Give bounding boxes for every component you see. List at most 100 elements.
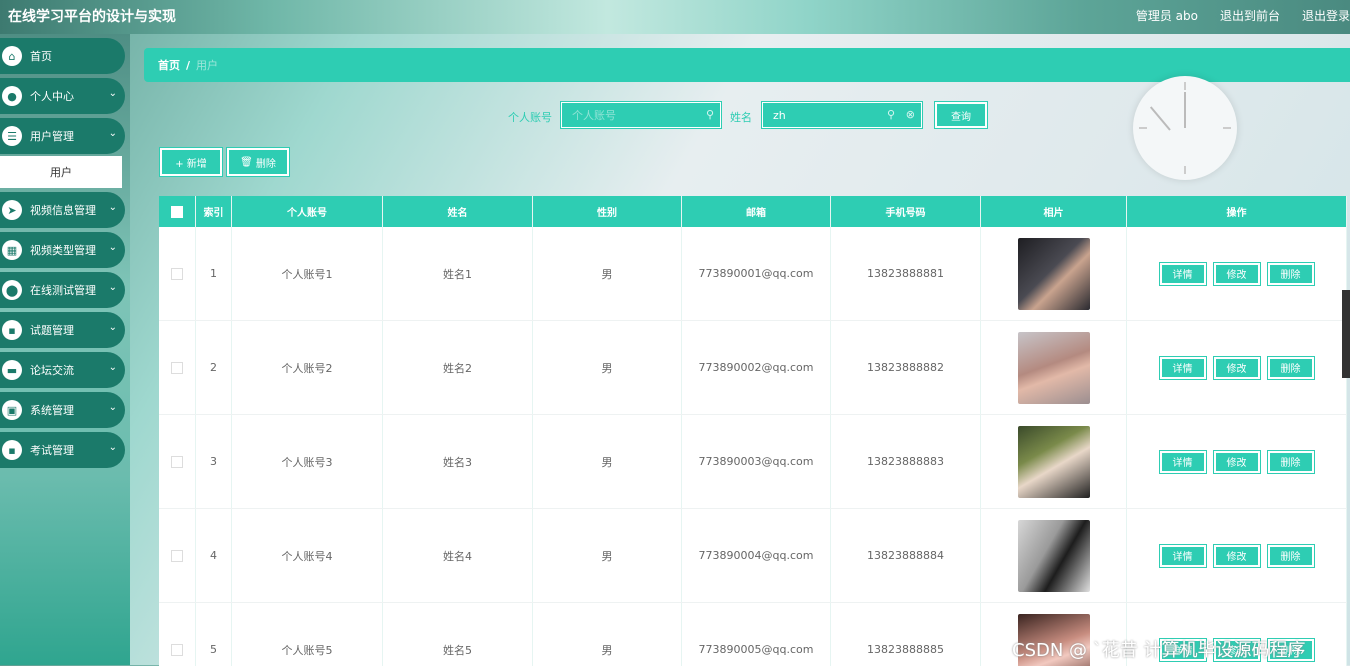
cell-name: 姓名5 xyxy=(383,603,533,666)
column-header: 个人账号 xyxy=(232,196,383,227)
detail-button[interactable]: 详情 xyxy=(1160,263,1206,285)
sidebar: ⌂首页●个人中心⌄☰用户管理⌄用户➤视频信息管理⌄▦视频类型管理⌄⬤在线测试管理… xyxy=(0,34,130,665)
sidebar-item-label: 个人中心 xyxy=(30,88,74,104)
row-checkbox[interactable] xyxy=(171,644,183,656)
account-search-placeholder: 个人账号 xyxy=(572,107,616,123)
cell-gender: 男 xyxy=(533,509,682,602)
row-checkbox[interactable] xyxy=(171,268,183,280)
main-content: 首页 / 用户 个人账号 个人账号 ⚲ 姓名 zh ⚲ ⊗ 查询 + 新增 🗑 … xyxy=(130,34,1350,665)
sidebar-item-7[interactable]: ▬论坛交流⌄ xyxy=(0,352,125,388)
chevron-down-icon: ⌄ xyxy=(109,282,117,293)
send-icon: ➤ xyxy=(2,200,22,220)
sidebar-item-label: 首页 xyxy=(30,48,52,64)
row-checkbox[interactable] xyxy=(171,362,183,374)
cell-phone: 13823888885 xyxy=(831,603,981,666)
user-table: 索引个人账号姓名性别邮箱手机号码相片操作 1个人账号1姓名1男773890001… xyxy=(159,196,1347,666)
delete-button[interactable]: 🗑 删除 xyxy=(227,148,289,176)
watermark: CSDN @ `花昔 计算机毕设源码程序 xyxy=(1012,636,1305,662)
account-search-input[interactable]: 个人账号 ⚲ xyxy=(561,102,721,128)
scrollbar-handle[interactable] xyxy=(1342,290,1350,378)
sidebar-item-4[interactable]: ▦视频类型管理⌄ xyxy=(0,232,125,268)
sidebar-item-8[interactable]: ▣系统管理⌄ xyxy=(0,392,125,428)
cell-email: 773890002@qq.com xyxy=(682,321,831,414)
edit-button[interactable]: 修改 xyxy=(1214,263,1260,285)
edit-button[interactable]: 修改 xyxy=(1214,545,1260,567)
cell-photo xyxy=(981,321,1127,414)
table-row: 2个人账号2姓名2男773890002@qq.com13823888882详情修… xyxy=(159,321,1347,415)
name-search-input[interactable]: zh ⚲ ⊗ xyxy=(762,102,922,128)
cell-account: 个人账号3 xyxy=(232,415,383,508)
cell-name: 姓名4 xyxy=(383,509,533,602)
delete-row-button[interactable]: 删除 xyxy=(1268,357,1314,379)
sidebar-item-3[interactable]: ➤ 视频信息管理 ⌄ xyxy=(0,192,125,228)
cell-photo xyxy=(981,415,1127,508)
sidebar-item-0[interactable]: ⌂首页 xyxy=(0,38,125,74)
breadcrumb-home[interactable]: 首页 xyxy=(158,57,180,73)
admin-user-link[interactable]: 管理员 abo xyxy=(1136,7,1198,24)
chevron-down-icon: ⌄ xyxy=(109,202,117,213)
sidebar-item-5[interactable]: ⬤在线测试管理⌄ xyxy=(0,272,125,308)
chevron-down-icon: ⌄ xyxy=(109,322,117,333)
chevron-down-icon: ⌄ xyxy=(109,128,117,139)
cell-index: 1 xyxy=(196,227,232,320)
row-checkbox[interactable] xyxy=(171,456,183,468)
table-header: 索引个人账号姓名性别邮箱手机号码相片操作 xyxy=(159,196,1347,227)
sidebar-item-label: 系统管理 xyxy=(30,402,74,418)
delete-row-button[interactable]: 删除 xyxy=(1268,545,1314,567)
table-row: 1个人账号1姓名1男773890001@qq.com13823888881详情修… xyxy=(159,227,1347,321)
user-photo xyxy=(1018,426,1090,498)
cell-gender: 男 xyxy=(533,321,682,414)
sidebar-item-label: 视频信息管理 xyxy=(30,202,96,218)
trash-icon: 🗑 xyxy=(240,157,253,168)
cell-account: 个人账号2 xyxy=(232,321,383,414)
cell-name: 姓名2 xyxy=(383,321,533,414)
breadcrumb: 首页 / 用户 xyxy=(144,48,1350,82)
cell-index: 5 xyxy=(196,603,232,666)
clear-icon[interactable]: ⊗ xyxy=(906,108,915,121)
cell-gender: 男 xyxy=(533,603,682,666)
sidebar-item-2[interactable]: ☰用户管理⌄ xyxy=(0,118,125,154)
cell-name: 姓名1 xyxy=(383,227,533,320)
cell-gender: 男 xyxy=(533,415,682,508)
logout-link[interactable]: 退出登录 xyxy=(1302,7,1350,24)
cell-actions: 详情修改删除 xyxy=(1127,227,1347,320)
cell-account: 个人账号5 xyxy=(232,603,383,666)
delete-row-button[interactable]: 删除 xyxy=(1268,263,1314,285)
grid-icon: ▦ xyxy=(2,240,22,260)
sidebar-item-9[interactable]: ▪考试管理⌄ xyxy=(0,432,125,468)
table-row: 3个人账号3姓名3男773890003@qq.com13823888883详情修… xyxy=(159,415,1347,509)
delete-row-button[interactable]: 删除 xyxy=(1268,451,1314,473)
pin-icon: ⬤ xyxy=(2,280,22,300)
apps-icon: ▪ xyxy=(2,320,22,340)
cell-email: 773890004@qq.com xyxy=(682,509,831,602)
sidebar-item-1[interactable]: ●个人中心⌄ xyxy=(0,78,125,114)
table-body: 1个人账号1姓名1男773890001@qq.com13823888881详情修… xyxy=(159,227,1347,666)
clock-widget xyxy=(1133,76,1237,180)
cell-phone: 13823888883 xyxy=(831,415,981,508)
detail-button[interactable]: 详情 xyxy=(1160,357,1206,379)
column-header: 操作 xyxy=(1127,196,1347,227)
edit-button[interactable]: 修改 xyxy=(1214,451,1260,473)
name-search-label: 姓名 xyxy=(730,109,752,125)
back-to-front-link[interactable]: 退出到前台 xyxy=(1220,7,1280,24)
edit-button[interactable]: 修改 xyxy=(1214,357,1260,379)
column-header: 邮箱 xyxy=(682,196,831,227)
breadcrumb-separator: / xyxy=(186,59,190,72)
detail-button[interactable]: 详情 xyxy=(1160,451,1206,473)
cell-email: 773890005@qq.com xyxy=(682,603,831,666)
chevron-down-icon: ⌄ xyxy=(109,88,117,99)
select-all-checkbox[interactable] xyxy=(171,206,183,218)
sidebar-item-6[interactable]: ▪ 试题管理 ⌄ xyxy=(0,312,125,348)
delete-button-label: 删除 xyxy=(256,155,276,170)
add-button[interactable]: + 新增 xyxy=(160,148,222,176)
query-button[interactable]: 查询 xyxy=(935,102,987,128)
sidebar-subitem-users[interactable]: 用户 xyxy=(0,156,122,188)
app-title: 在线学习平台的设计与实现 xyxy=(8,6,176,26)
user-photo xyxy=(1018,520,1090,592)
search-icon: ⚲ xyxy=(706,108,714,121)
sidebar-item-label: 试题管理 xyxy=(30,322,74,338)
cell-actions: 详情修改删除 xyxy=(1127,509,1347,602)
row-checkbox[interactable] xyxy=(171,550,183,562)
detail-button[interactable]: 详情 xyxy=(1160,545,1206,567)
select-all-cell xyxy=(159,196,196,227)
